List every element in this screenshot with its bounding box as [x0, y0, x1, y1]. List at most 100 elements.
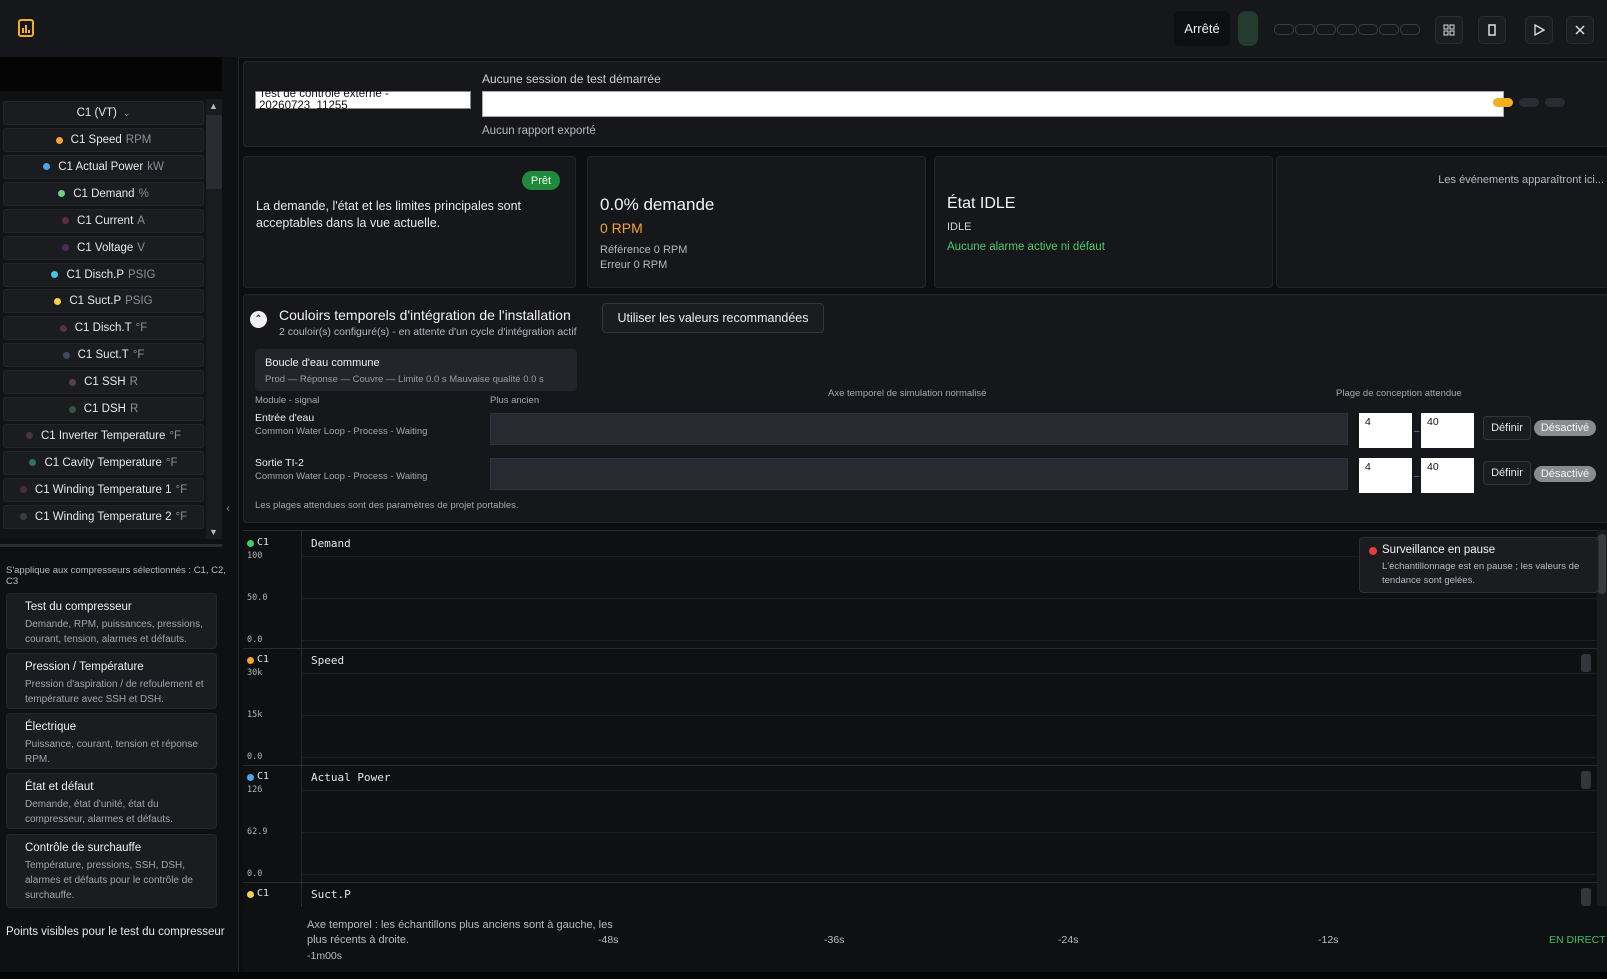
signal-item[interactable]: C1 Disch.P PSIG [3, 262, 204, 287]
corridor-panel: ⌃ Couloirs temporels d'intégration de l'… [243, 294, 1607, 523]
signal-item[interactable]: C1 DSH R [3, 397, 204, 421]
y-tick-label: 100 [247, 551, 263, 561]
chart-title: Suct.P [311, 888, 351, 901]
signal-item[interactable]: C1 Suct.P PSIG [3, 289, 204, 314]
signal-item[interactable]: C1 Current A [3, 208, 204, 233]
signal-item[interactable]: C1 Winding Temperature 2 °F [3, 504, 204, 529]
chevron-down-icon: ⌄ [122, 107, 131, 118]
time-axis: Axe temporel : les échantillons plus anc… [243, 908, 1607, 979]
signal-item[interactable]: C1 Actual Power kW [3, 154, 204, 179]
signal-label: C1 Speed [70, 134, 122, 146]
signal-list: C1 (VT) ⌄ C1 Speed RPM C1 Actual Power kW C1… [0, 99, 206, 539]
signal-item[interactable]: C1 Disch.T °F [3, 316, 204, 341]
status-segment [1379, 24, 1399, 35]
view-preset-card[interactable]: État et défaut Demande, état d'unité, éta… [6, 773, 217, 829]
signal-list-scrollbar[interactable]: ▲ ▼ [206, 99, 222, 539]
view-preset-card[interactable]: Test du compresseur Demande, RPM, puissan… [6, 593, 217, 649]
signal-color-dot-icon [19, 486, 27, 494]
signal-item[interactable]: C1 Speed RPM [3, 128, 204, 152]
stop-button[interactable] [1478, 16, 1506, 44]
session-pill-indicator [1545, 98, 1565, 107]
gridline [302, 832, 1602, 833]
range-max-input[interactable]: 40 [1421, 458, 1474, 493]
signal-item[interactable]: C1 Cavity Temperature °F [3, 450, 204, 475]
sidebar: C1 (VT) ⌄ C1 Speed RPM C1 Actual Power kW C1… [0, 57, 239, 979]
signal-unit: kW [147, 160, 164, 173]
range-min-input[interactable]: 4 [1359, 413, 1412, 448]
series-label: C1 [257, 537, 270, 548]
close-button[interactable] [1566, 16, 1594, 44]
signal-item[interactable]: C1 Demand% [3, 181, 204, 206]
signal-color-dot-icon [58, 190, 66, 198]
signal-label: C1 Cavity Temperature [44, 456, 162, 469]
collapse-toggle-button[interactable]: ⌃ [250, 311, 267, 328]
scrollbar-thumb[interactable] [1598, 534, 1606, 594]
series-label: C1 [257, 654, 270, 665]
signal-label: C1 Voltage [77, 241, 134, 254]
live-indicator: EN DIRECT [1549, 934, 1606, 946]
signal-color-dot-icon [25, 432, 33, 440]
use-recommended-button[interactable]: Utiliser les valeurs recommandées [602, 303, 824, 333]
y-tick-label: 126 [247, 785, 263, 795]
monitoring-paused-toast: Surveillance en pause L'échantillonnage … [1359, 537, 1599, 593]
signal-item[interactable]: C1 Suct.T °F [3, 343, 204, 368]
status-indicator [1238, 11, 1258, 46]
gridline [302, 757, 1602, 758]
view-preset-card[interactable]: Pression / Température Pression d'aspirat… [6, 653, 217, 709]
signal-unit: °F [175, 510, 188, 523]
signal-item[interactable]: C1 Winding Temperature 1 °F [3, 477, 204, 502]
reference-rpm: Référence 0 RPM [600, 244, 688, 256]
gridline [302, 715, 1602, 716]
loop-card[interactable]: Boucle d'eau commune Prod — Réponse — Co… [255, 349, 577, 391]
collapse-sidebar-icon[interactable]: ‹ [226, 501, 230, 515]
status-segment [1337, 24, 1357, 35]
strip-scroll-handle[interactable] [1581, 888, 1591, 906]
readiness-text: La demande, l'état et les limites princi… [256, 199, 522, 230]
disabled-toggle[interactable]: Désactivé [1534, 466, 1596, 482]
y-axis: C1 126 62.9 0.0 [243, 765, 302, 882]
trend-strip: C1 126 62.9 0.0 Actual Power [243, 765, 1607, 883]
bottom-bar [0, 972, 1607, 979]
scrollbar-thumb[interactable] [206, 115, 222, 189]
demand-card: 0.0% demande 0 RPM Référence 0 RPM Erreu… [587, 156, 926, 288]
signal-label: C1 Suct.P [69, 295, 122, 308]
strip-scroll-handle[interactable] [1581, 654, 1591, 672]
card-description: Pression d'aspiration / de refoulement e… [25, 679, 204, 705]
grid-view-button[interactable] [1435, 16, 1463, 44]
error-rpm: Erreur 0 RPM [600, 259, 668, 271]
view-preset-card[interactable]: Électrique Puissance, courant, tension et… [6, 713, 217, 769]
status-segment [1274, 24, 1294, 35]
y-tick-label: 0.0 [247, 752, 263, 762]
session-progress-bar [482, 91, 1504, 117]
define-button[interactable]: Définir [1483, 461, 1531, 485]
row-label: Sortie TI-2 [255, 457, 304, 469]
time-axis-start: -1m00s [307, 950, 343, 962]
group-label: C1 (VT) [76, 107, 117, 119]
signal-color-dot-icon [62, 217, 70, 225]
gridline [302, 640, 1602, 641]
y-tick-label: 0.0 [247, 869, 263, 879]
disabled-toggle[interactable]: Désactivé [1534, 420, 1596, 436]
y-tick-label: 30k [247, 668, 263, 678]
y-axis: C1 30k 15k 0.0 [243, 648, 302, 765]
define-button[interactable]: Définir [1483, 416, 1531, 440]
strip-scroll-handle[interactable] [1581, 771, 1591, 789]
signal-item[interactable]: C1 Inverter Temperature °F [3, 423, 204, 448]
corridor-note: Les plages attendues sont des paramètres… [255, 500, 519, 511]
signal-label: C1 Winding Temperature 2 [34, 510, 172, 523]
signal-item[interactable]: C1 Voltage V [3, 235, 204, 260]
signal-unit: °F [135, 322, 148, 335]
range-max-input[interactable]: 40 [1421, 413, 1474, 448]
rpm-value: 0 RPM [600, 220, 643, 236]
range-min-input[interactable]: 4 [1359, 458, 1412, 493]
y-axis: C1 100 50.0 0.0 [243, 531, 302, 648]
signal-item[interactable]: C1 SSH R [3, 370, 204, 395]
view-preset-card[interactable]: Contrôle de surchauffe Température, press… [6, 834, 217, 908]
y-tick-label: 15k [247, 710, 263, 720]
signal-group-selector[interactable]: C1 (VT) ⌄ [3, 101, 204, 125]
session-panel: Test de contrôle externe - 20260723_1125… [243, 61, 1607, 147]
corridor-track [490, 458, 1348, 490]
play-button[interactable] [1525, 16, 1553, 44]
chart-title: Demand [311, 537, 351, 550]
session-name-input[interactable]: Test de contrôle externe - 20260723_1125… [255, 88, 471, 112]
